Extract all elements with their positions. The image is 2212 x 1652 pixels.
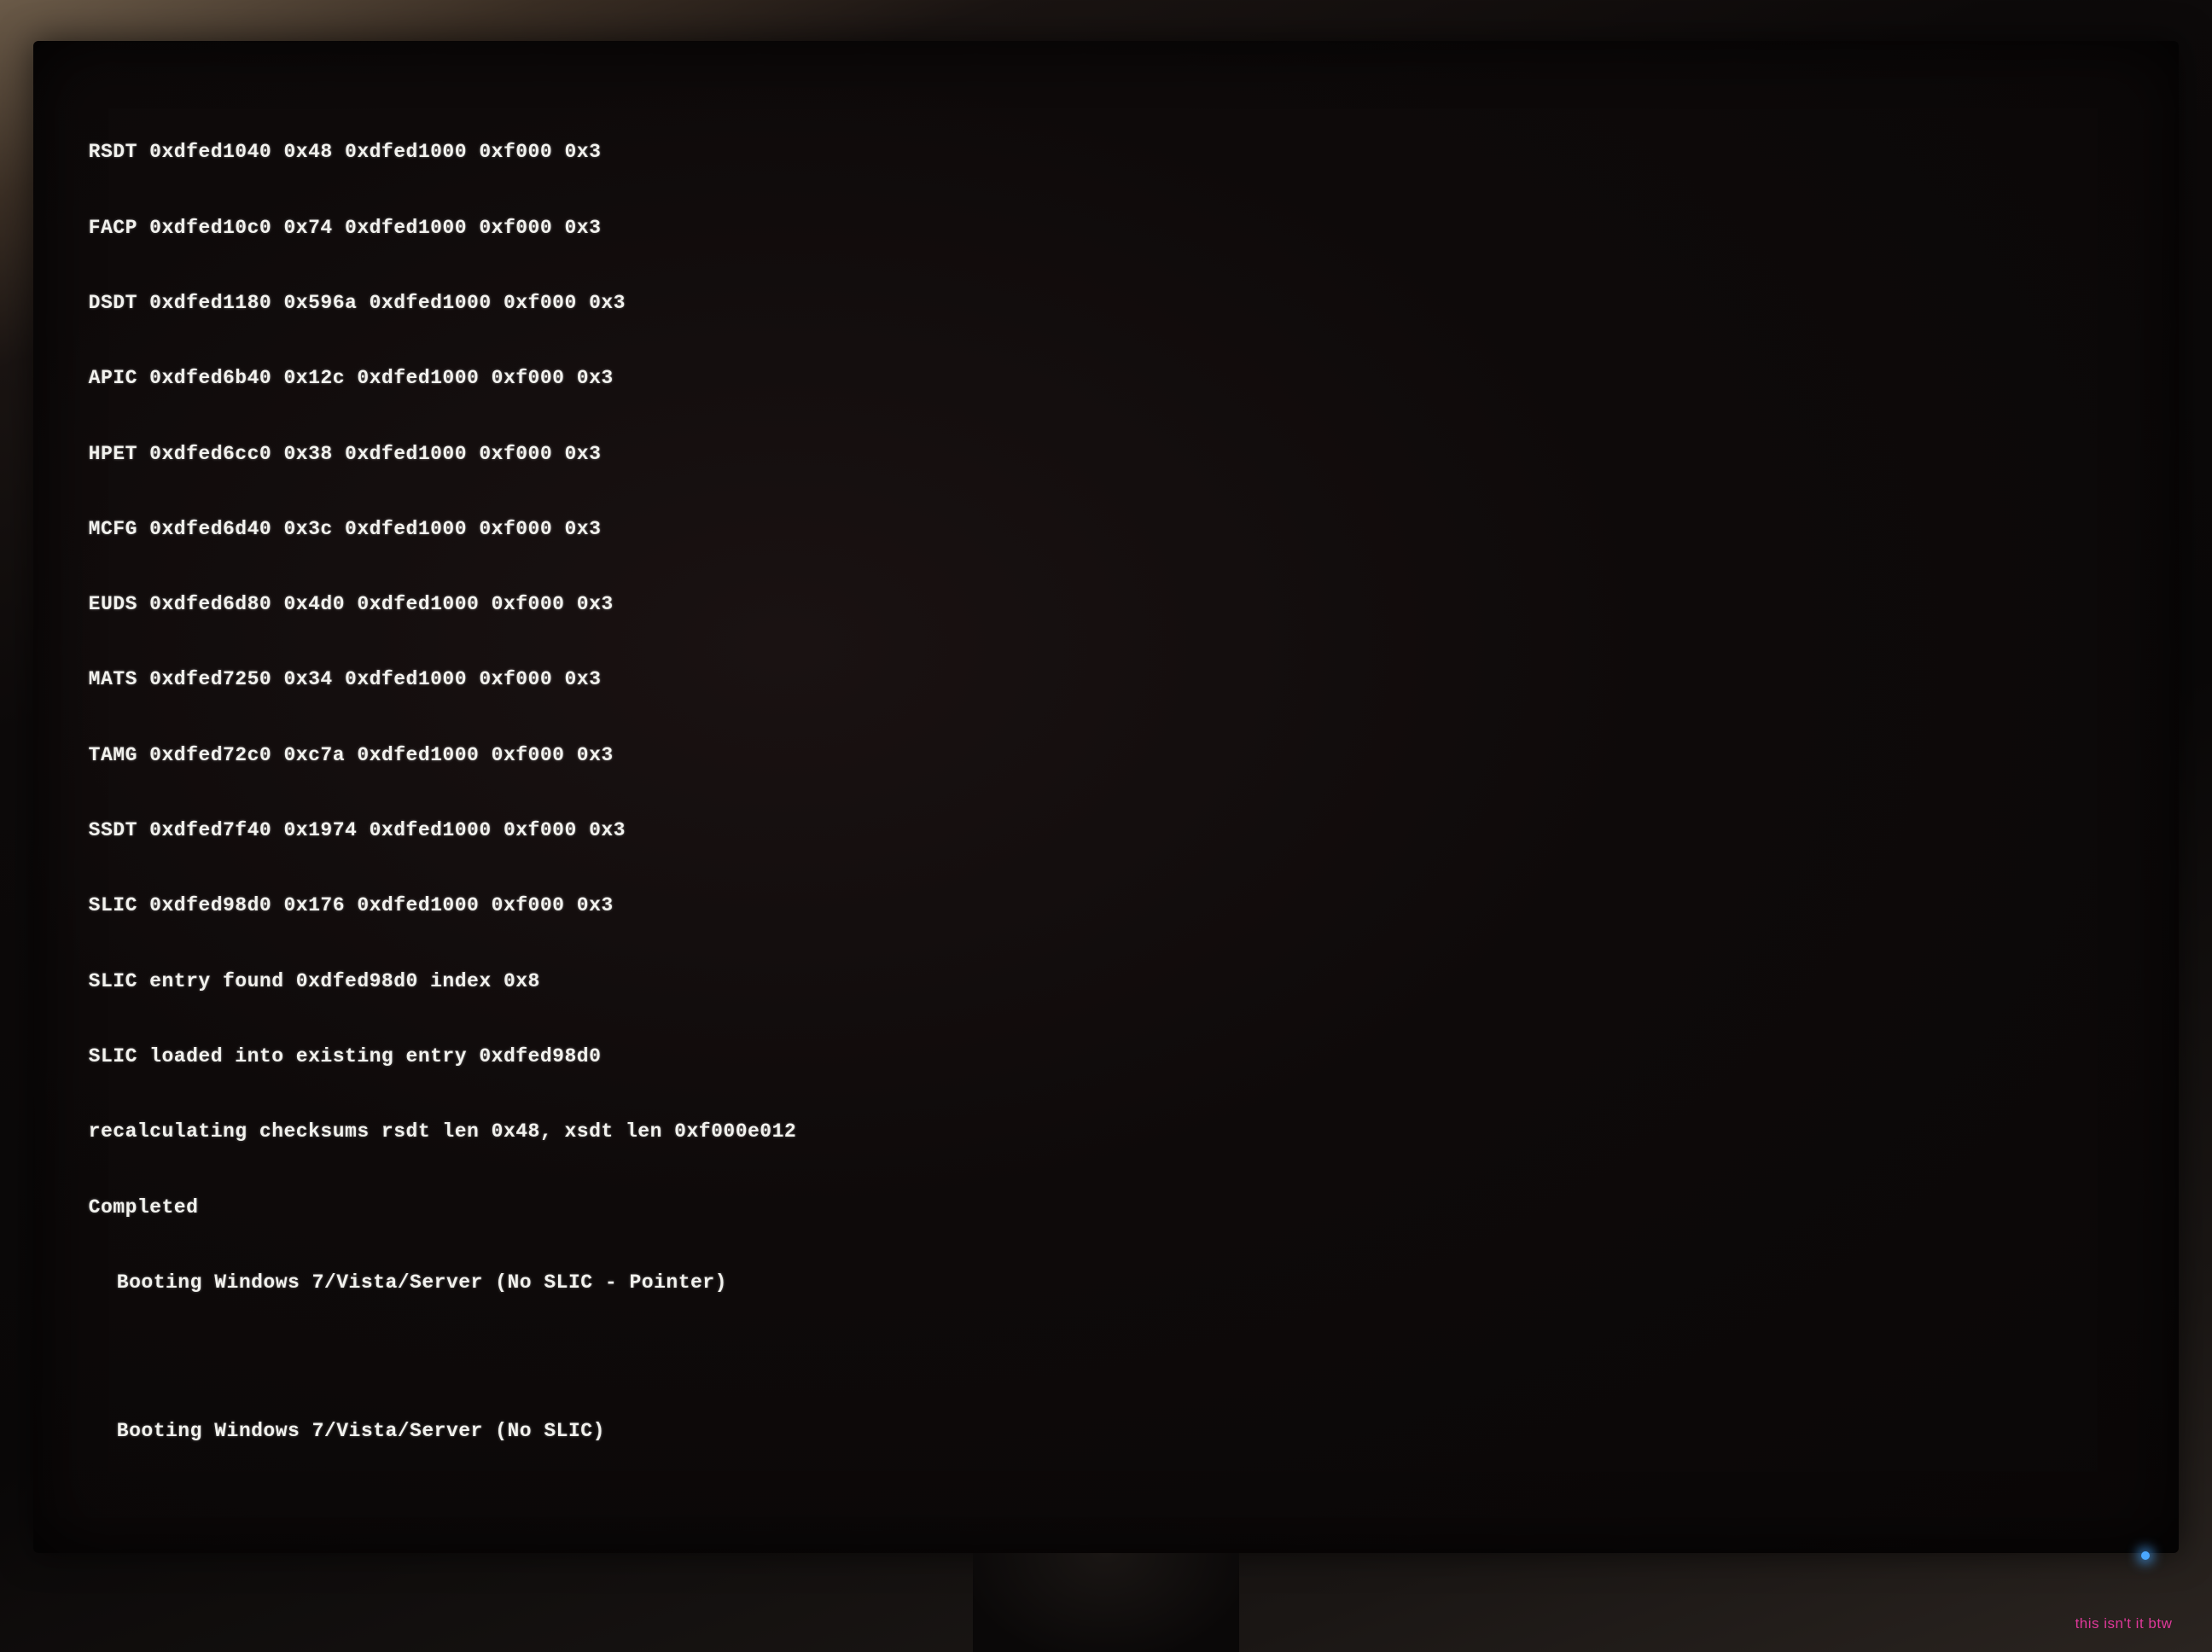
monitor-frame: RSDT 0xdfed1040 0x48 0xdfed1000 0xf000 0… bbox=[33, 41, 2179, 1552]
acpi-row: EUDS 0xdfed6d80 0x4d0 0xdfed1000 0xf000 … bbox=[89, 592, 2124, 617]
acpi-row: SLIC 0xdfed98d0 0x176 0xdfed1000 0xf000 … bbox=[89, 893, 2124, 918]
acpi-row: RSDT 0xdfed1040 0x48 0xdfed1000 0xf000 0… bbox=[89, 140, 2124, 165]
acpi-row: TAMG 0xdfed72c0 0xc7a 0xdfed1000 0xf000 … bbox=[89, 743, 2124, 768]
acpi-row: MCFG 0xdfed6d40 0x3c 0xdfed1000 0xf000 0… bbox=[89, 517, 2124, 542]
boot-console[interactable]: RSDT 0xdfed1040 0x48 0xdfed1000 0xf000 0… bbox=[89, 90, 2124, 1498]
acpi-row: DSDT 0xdfed1180 0x596a 0xdfed1000 0xf000… bbox=[89, 291, 2124, 316]
checksum-line: recalculating checksums rsdt len 0x48, x… bbox=[89, 1120, 2124, 1144]
monitor-stand bbox=[973, 1553, 1238, 1652]
watermark-text: this isn't it btw bbox=[2075, 1615, 2173, 1632]
power-led-icon bbox=[2141, 1551, 2150, 1560]
acpi-row: HPET 0xdfed6cc0 0x38 0xdfed1000 0xf000 0… bbox=[89, 442, 2124, 467]
acpi-row: SSDT 0xdfed7f40 0x1974 0xdfed1000 0xf000… bbox=[89, 818, 2124, 843]
slic-found: SLIC entry found 0xdfed98d0 index 0x8 bbox=[89, 969, 2124, 994]
slic-loaded: SLIC loaded into existing entry 0xdfed98… bbox=[89, 1044, 2124, 1069]
boot-entry: Booting Windows 7/Vista/Server (No SLIC … bbox=[89, 1271, 2124, 1295]
acpi-row: APIC 0xdfed6b40 0x12c 0xdfed1000 0xf000 … bbox=[89, 366, 2124, 391]
completed-line: Completed bbox=[89, 1195, 2124, 1220]
acpi-row: MATS 0xdfed7250 0x34 0xdfed1000 0xf000 0… bbox=[89, 667, 2124, 692]
boot-entry: Booting Windows 7/Vista/Server (No SLIC) bbox=[89, 1419, 2124, 1444]
acpi-row: FACP 0xdfed10c0 0x74 0xdfed1000 0xf000 0… bbox=[89, 216, 2124, 241]
blank-line bbox=[89, 1346, 2124, 1368]
blank-line bbox=[89, 1494, 2124, 1516]
